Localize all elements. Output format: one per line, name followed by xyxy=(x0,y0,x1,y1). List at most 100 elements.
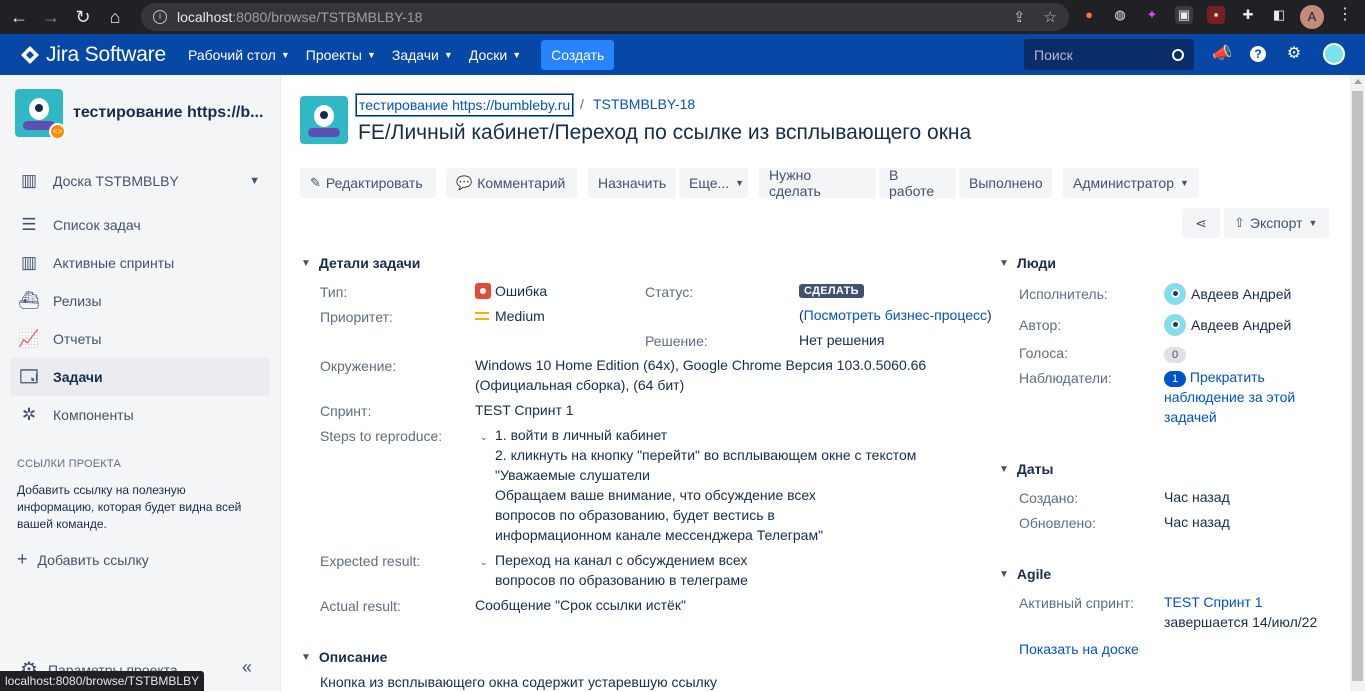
workflow-link[interactable]: (Посмотреть бизнес-процесс) xyxy=(799,305,992,325)
sidebar-item-board[interactable]: ▥ Доска TSTBMBLBY ▼ xyxy=(10,162,270,200)
nav-dashboards[interactable]: Рабочий стол ▼ xyxy=(180,34,298,75)
reload-icon[interactable]: ↻ xyxy=(70,7,96,28)
stop-watching-link[interactable]: Прекратить xyxy=(1190,369,1265,385)
collapse-sidebar-icon[interactable]: « xyxy=(242,657,252,678)
chevron-down-icon[interactable]: ⌄ xyxy=(480,557,488,568)
add-link-button[interactable]: + Добавить ссылку xyxy=(17,549,149,570)
extension-icon[interactable]: ● xyxy=(1080,6,1098,24)
stop-watching-link[interactable]: задачей xyxy=(1164,407,1324,427)
people-section-toggle[interactable]: ▼ Люди xyxy=(999,255,1056,271)
puzzle-icon: ✲ xyxy=(21,405,37,424)
search-input[interactable]: Поиск xyxy=(1024,39,1194,70)
steps-value[interactable]: 1. войти в личный кабинет 2. кликнуть на… xyxy=(495,425,916,545)
description-section-toggle[interactable]: ▼ Описание xyxy=(301,649,387,665)
actual-value[interactable]: Сообщение "Срок ссылки истёк" xyxy=(475,595,686,615)
comment-button[interactable]: 💬 Комментарий xyxy=(446,168,577,198)
user-avatar xyxy=(1164,283,1186,305)
chevron-down-icon[interactable]: ▼ xyxy=(249,175,260,187)
agile-section-toggle[interactable]: ▼ Agile xyxy=(999,566,1051,582)
extension-icon[interactable]: ▣ xyxy=(1175,6,1193,24)
home-icon[interactable]: ⌂ xyxy=(102,7,128,28)
actual-label: Actual result: xyxy=(320,598,401,614)
bookmark-star-icon[interactable]: ☆ xyxy=(1044,8,1057,26)
assign-button[interactable]: Назначить xyxy=(588,168,676,198)
page-scrollbar[interactable] xyxy=(1350,75,1365,691)
environment-line: (Официальная сборка), (64 бит) xyxy=(475,377,685,393)
steps-line: 2. кликнуть на кнопку "перейти" во всплы… xyxy=(495,447,917,463)
chevron-down-icon[interactable]: ⌄ xyxy=(480,432,488,443)
sprint-value[interactable]: TEST Спринт 1 xyxy=(475,400,574,420)
active-sprint-link[interactable]: TEST Спринт 1 xyxy=(1164,592,1317,612)
address-bar[interactable]: i localhost:8080/browse/TSTBMBLBY-18 ⇪ ☆ xyxy=(141,3,1069,31)
nav-boards[interactable]: Доски ▼ xyxy=(461,34,529,75)
globe-extension-icon[interactable]: ◍ xyxy=(1111,6,1129,24)
more-button[interactable]: Еще... ▼ xyxy=(679,168,748,198)
steps-line: информационном канале мессенджера Телегр… xyxy=(495,527,824,543)
workflow-paren-close: ) xyxy=(986,307,992,323)
browser-menu-icon[interactable]: ⋮ xyxy=(1336,6,1354,24)
project-header[interactable]: <> тестирование https://b... xyxy=(15,89,268,140)
settings-gear-icon[interactable]: ⚙ xyxy=(1283,43,1305,65)
create-button[interactable]: Создать xyxy=(541,39,615,70)
breadcrumb-issue-key[interactable]: TSTBMBLBY-18 xyxy=(593,96,695,112)
assignee-value[interactable]: Авдеев Андрей xyxy=(1164,283,1291,305)
issue-title[interactable]: FE/Личный кабинет/Переход по ссылке из в… xyxy=(358,121,971,145)
expected-value[interactable]: Переход на канал с обсуждением всех вопр… xyxy=(495,550,748,590)
chevron-down-icon: ▼ xyxy=(999,463,1009,475)
user-avatar[interactable] xyxy=(1323,43,1345,65)
description-text[interactable]: Кнопка из всплывающего окна содержит уст… xyxy=(320,672,717,692)
search-placeholder: Поиск xyxy=(1034,46,1073,63)
sidebar-item-reports[interactable]: 📈 Отчеты xyxy=(10,320,270,358)
sidebar-item-releases[interactable]: ⛴ Релизы xyxy=(10,282,270,320)
share-page-icon[interactable]: ⇪ xyxy=(1013,8,1026,26)
watchers-value[interactable]: 1 Прекратить наблюдение за этой задачей xyxy=(1164,367,1324,427)
extension-icon[interactable]: ✦ xyxy=(1143,6,1161,24)
edit-button[interactable]: ✎ Редактировать xyxy=(300,168,436,198)
sidebar-item-issues[interactable]: 🗔 Задачи xyxy=(10,358,270,396)
breadcrumb-project-link[interactable]: тестирование https://bumbleby.ru xyxy=(354,93,575,117)
sidebar-item-backlog[interactable]: ☰ Список задач xyxy=(10,206,270,244)
nav-projects[interactable]: Проекты ▼ xyxy=(298,34,384,75)
scrollbar-thumb[interactable] xyxy=(1352,91,1363,681)
expected-line: вопросов по образованию в телеграме xyxy=(495,572,748,588)
view-on-board-link[interactable]: Показать на доске xyxy=(1019,639,1139,659)
in-progress-transition-button[interactable]: В работе xyxy=(879,167,956,199)
updated-value: Час назад xyxy=(1164,514,1230,530)
details-section-toggle[interactable]: ▼ Детали задачи xyxy=(301,255,420,271)
extension-icon[interactable]: ▪ xyxy=(1207,6,1225,24)
pencil-icon: ✎ xyxy=(310,175,321,190)
votes-value[interactable]: 0 xyxy=(1164,343,1186,363)
comment-icon: 💬 xyxy=(456,175,473,190)
nav-issues[interactable]: Задачи ▼ xyxy=(384,34,461,75)
scroll-up-icon[interactable] xyxy=(1354,79,1362,84)
nav-label: Задачи xyxy=(391,46,439,63)
share-button[interactable]: ⋖ xyxy=(1182,208,1220,238)
profile-avatar[interactable]: A xyxy=(1300,5,1324,29)
active-sprint-label: Активный спринт: xyxy=(1019,595,1135,611)
project-avatar[interactable] xyxy=(300,96,348,144)
sidebar-item-active-sprints[interactable]: ▥ Активные спринты xyxy=(10,244,270,282)
admin-button[interactable]: Администратор ▼ xyxy=(1063,168,1199,198)
extensions-puzzle-icon[interactable]: ✚ xyxy=(1239,6,1257,24)
stop-watching-link[interactable]: наблюдение за этой xyxy=(1164,387,1324,407)
notifications-megaphone-icon[interactable]: 📣 xyxy=(1211,43,1233,65)
jira-logo[interactable]: Jira Software xyxy=(20,43,166,67)
sidebar-item-components[interactable]: ✲ Компоненты xyxy=(10,396,270,434)
issues-icon: 🗔 xyxy=(19,367,39,386)
expected-line: Переход на канал с обсуждением всех xyxy=(495,552,748,568)
details-heading: Детали задачи xyxy=(318,255,421,271)
export-button[interactable]: ⇧ Экспорт ▼ xyxy=(1224,208,1329,238)
project-avatar: <> xyxy=(15,89,66,140)
back-icon[interactable]: ← xyxy=(6,7,32,28)
site-info-icon[interactable]: i xyxy=(153,10,167,24)
side-panel-icon[interactable]: ◧ xyxy=(1270,6,1288,24)
status-label: Статус: xyxy=(645,284,694,300)
chevron-down-icon: ▼ xyxy=(999,257,1009,269)
reporter-value[interactable]: Авдеев Андрей xyxy=(1164,314,1291,336)
forward-icon[interactable]: → xyxy=(38,7,64,28)
todo-transition-button[interactable]: Нужно сделать xyxy=(759,167,876,199)
dates-section-toggle[interactable]: ▼ Даты xyxy=(999,461,1053,477)
done-transition-button[interactable]: Выполнено xyxy=(959,168,1052,198)
help-icon[interactable]: ? xyxy=(1247,43,1269,65)
workflow-link-text[interactable]: Посмотреть бизнес-процесс xyxy=(804,307,987,323)
